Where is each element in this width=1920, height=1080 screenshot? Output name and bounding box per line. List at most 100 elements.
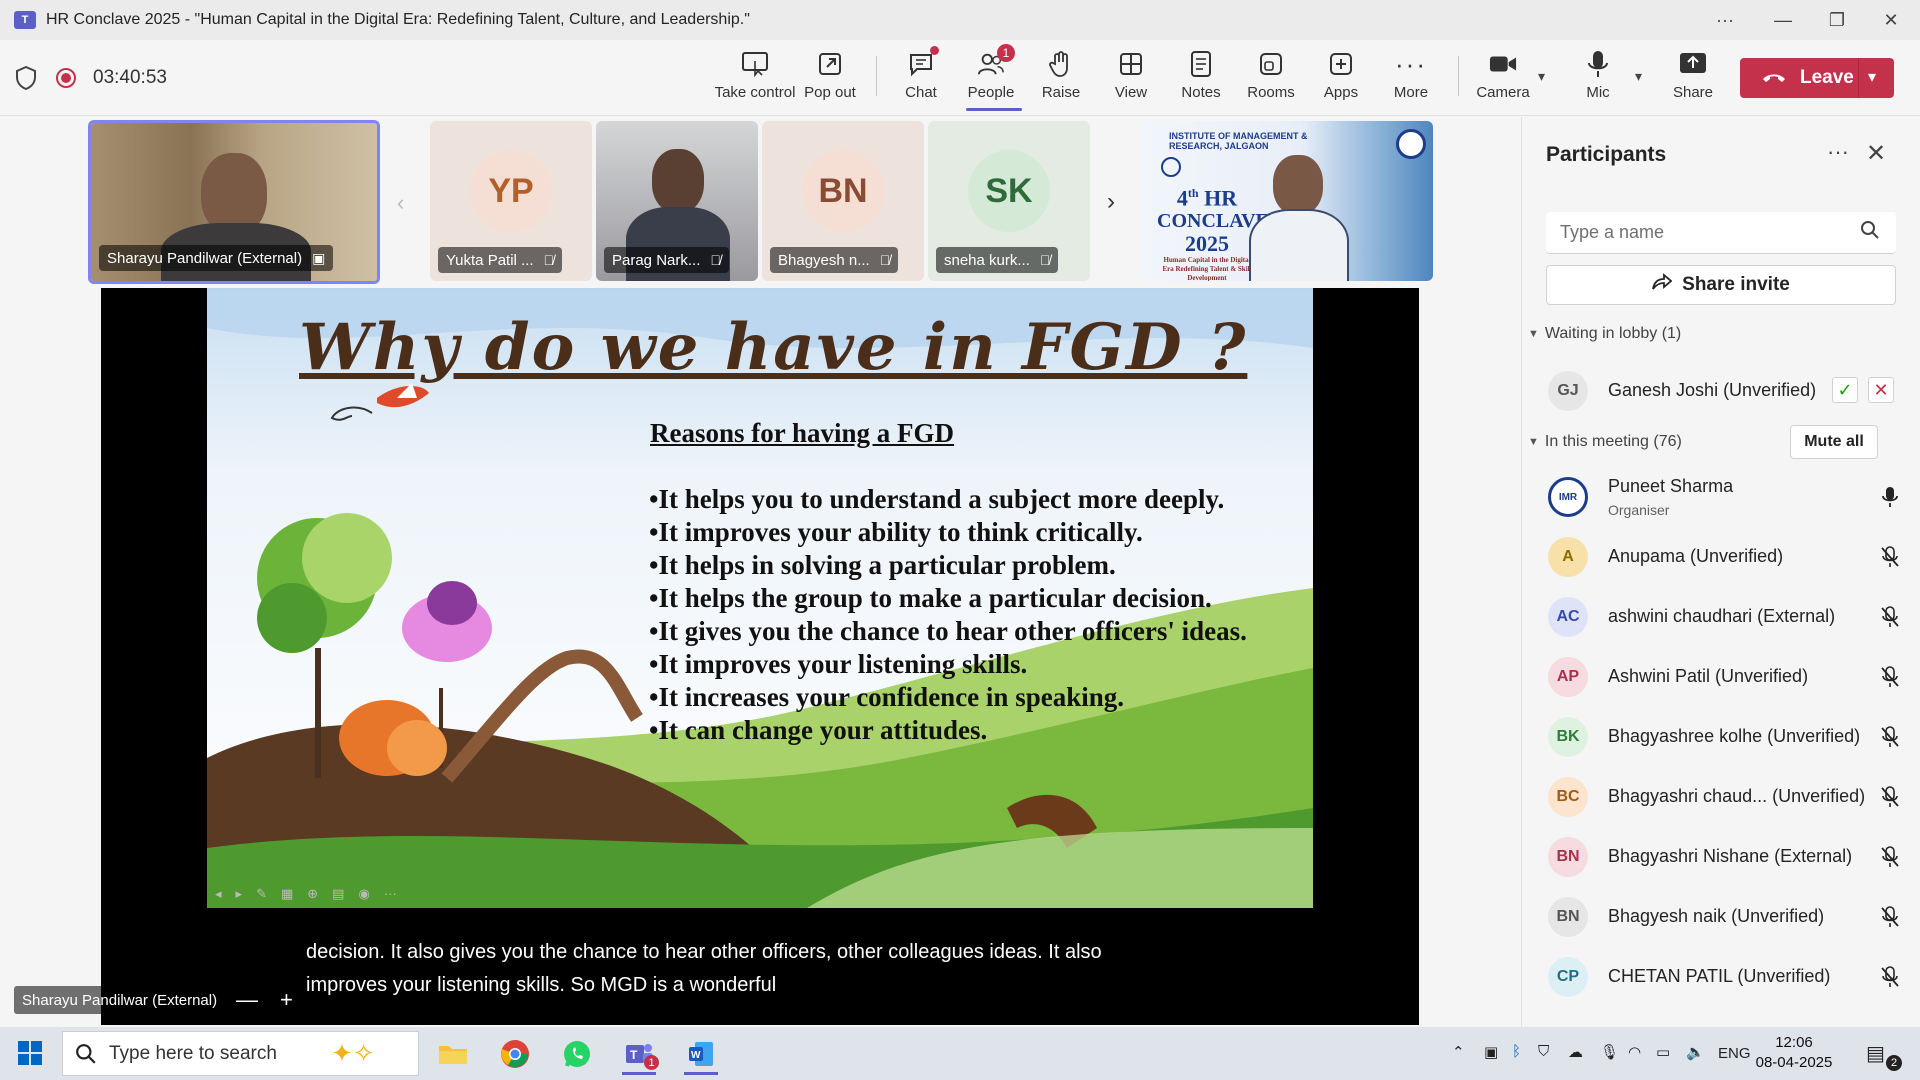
camera-options-chevron-icon[interactable]: ▾	[1538, 68, 1545, 85]
participant-row[interactable]: A Anupama (Unverified)	[1546, 529, 1906, 585]
teams-taskbar-icon[interactable]: T 1	[614, 1033, 664, 1075]
video-tile[interactable]: Parag Nark... 🎙̸	[596, 121, 758, 281]
close-window-button[interactable]: ✕	[1868, 0, 1914, 40]
slide-bullet: •It helps the group to make a particular…	[649, 583, 1212, 613]
lobby-participant-row[interactable]: GJ Ganesh Joshi (Unverified) ✓ ✕	[1546, 363, 1906, 419]
apps-button[interactable]: Apps	[1308, 50, 1374, 106]
conclave-banner-tile[interactable]: INSTITUTE OF MANAGEMENT & RESEARCH, JALG…	[1141, 121, 1433, 281]
mute-all-button[interactable]: Mute all	[1790, 425, 1878, 459]
participant-name: CHETAN PATIL (Unverified)	[1608, 966, 1831, 986]
tray-meet-now-icon[interactable]: ▣	[1484, 1043, 1498, 1061]
restore-button[interactable]: ❐	[1814, 0, 1860, 40]
chat-button[interactable]: Chat	[888, 46, 954, 106]
participants-title: Participants	[1546, 143, 1667, 166]
slide-bullet: •It improves your listening skills.	[649, 649, 1028, 679]
apps-label: Apps	[1323, 84, 1359, 101]
people-icon: 1	[977, 44, 1015, 78]
notes-button[interactable]: Notes	[1168, 50, 1234, 106]
zoom-slide-icon[interactable]: ⊕	[307, 886, 318, 902]
participant-row[interactable]: BC Bhagyashri chaud... (Unverified)	[1546, 769, 1906, 825]
onedrive-cloud-icon[interactable]: ☁	[1568, 1043, 1583, 1061]
slide-more-icon[interactable]: ···	[384, 886, 397, 902]
prev-slide-icon[interactable]: ◂	[215, 886, 222, 902]
window-more-icon[interactable]: ···	[1702, 0, 1748, 40]
shared-by-label: Sharayu Pandilwar (External)	[14, 986, 226, 1014]
video-tile[interactable]: SK sneha kurk... 🎙̸	[928, 121, 1090, 281]
leave-button[interactable]: Leave ▾	[1740, 58, 1894, 98]
people-button[interactable]: 1 People	[958, 44, 1024, 111]
leave-options-chevron-icon[interactable]: ▾	[1868, 67, 1876, 87]
rooms-button[interactable]: Rooms	[1238, 50, 1304, 106]
more-button[interactable]: ··· More	[1378, 49, 1444, 106]
panel-more-icon[interactable]: ···	[1827, 139, 1849, 165]
participant-row[interactable]: BN Bhagyashri Nishane (External)	[1546, 829, 1906, 885]
magnifier-logo-icon	[1396, 129, 1426, 159]
participant-search-input[interactable]	[1546, 212, 1896, 254]
video-tile[interactable]: BN Bhagyesh n... 🎙̸	[762, 121, 924, 281]
lobby-section-header[interactable]: ▼ Waiting in lobby (1)	[1528, 325, 1681, 343]
mic-button[interactable]: Mic	[1565, 50, 1631, 106]
participant-name: Ashwini Patil (Unverified)	[1608, 666, 1809, 686]
view-button[interactable]: View	[1098, 50, 1164, 106]
tray-chevron-icon[interactable]: ⌃	[1452, 1043, 1465, 1061]
meeting-section-label: In this meeting (76)	[1544, 433, 1682, 450]
tray-mic-icon[interactable]: 🎙	[1600, 1043, 1619, 1061]
mic-options-chevron-icon[interactable]: ▾	[1635, 68, 1642, 85]
security-shield-icon[interactable]: ⛉	[1538, 1043, 1549, 1060]
share-invite-button[interactable]: Share invite	[1546, 265, 1896, 305]
svg-text:W: W	[691, 1050, 701, 1061]
zoom-in-button[interactable]: +	[280, 987, 293, 1013]
slide-bullet: •It gives you the chance to hear other o…	[649, 616, 1247, 646]
pen-icon[interactable]: ✎	[256, 886, 267, 902]
admit-check-icon[interactable]: ✓	[1832, 377, 1858, 403]
taskbar-clock[interactable]: 12:06 08-04-2025	[1752, 1033, 1836, 1073]
next-slide-icon[interactable]: ▸	[236, 886, 243, 902]
banner-conclave: CONCLAVE	[1157, 210, 1269, 233]
chrome-taskbar-icon[interactable]	[490, 1033, 540, 1075]
mic-icon	[1584, 50, 1612, 78]
subtitles-icon[interactable]: ▤	[332, 886, 344, 902]
whatsapp-taskbar-icon[interactable]	[552, 1033, 602, 1075]
participant-row[interactable]: BK Bhagyashree kolhe (Unverified)	[1546, 709, 1906, 765]
camera-toggle-icon[interactable]: ◉	[358, 886, 369, 902]
raise-hand-button[interactable]: Raise	[1028, 50, 1094, 106]
raise-label: Raise	[1041, 84, 1081, 101]
taskbar-search-box[interactable]: Type here to search ✦✧	[62, 1031, 419, 1076]
participant-row[interactable]: AP Ashwini Patil (Unverified)	[1546, 649, 1906, 705]
teams-logo-icon: T	[14, 11, 36, 29]
file-explorer-taskbar-icon[interactable]	[428, 1033, 478, 1075]
video-tile-active-speaker[interactable]: Sharayu Pandilwar (External) ▣	[88, 120, 380, 284]
tiles-prev-chevron-icon[interactable]: ‹	[397, 190, 404, 216]
slides-grid-icon[interactable]: ▦	[281, 886, 293, 902]
avatar: A	[1548, 537, 1588, 577]
take-control-button[interactable]: Take control	[715, 50, 795, 106]
panel-close-icon[interactable]: ✕	[1866, 139, 1886, 168]
word-taskbar-icon[interactable]: W	[676, 1033, 726, 1075]
windows-start-icon[interactable]	[18, 1041, 42, 1065]
tiles-next-chevron-icon[interactable]: ›	[1107, 188, 1115, 216]
deny-x-icon[interactable]: ✕	[1868, 377, 1894, 403]
input-language[interactable]: ENG	[1718, 1045, 1751, 1062]
zoom-out-button[interactable]: —	[236, 987, 258, 1013]
shield-icon[interactable]	[16, 65, 36, 96]
participant-row[interactable]: AC ashwini chaudhari (External)	[1546, 589, 1906, 645]
participant-row[interactable]: CP CHETAN PATIL (Unverified)	[1546, 949, 1906, 1005]
participant-row[interactable]: BN Bhagyesh naik (Unverified)	[1546, 889, 1906, 945]
bluetooth-icon[interactable]: ᛒ	[1512, 1043, 1521, 1060]
mic-off-icon: 🎙̸	[710, 252, 721, 268]
camera-button[interactable]: Camera	[1470, 50, 1536, 106]
video-tile[interactable]: YP Yukta Patil ... 🎙̸	[430, 121, 592, 281]
notifications-icon[interactable]: ▤	[1866, 1041, 1885, 1066]
meeting-section-header[interactable]: ▼ In this meeting (76)	[1528, 433, 1682, 451]
share-button[interactable]: Share	[1660, 50, 1726, 106]
active-app-indicator	[622, 1072, 656, 1075]
volume-icon[interactable]: 🔈	[1686, 1043, 1705, 1061]
camera-label: Camera	[1476, 84, 1530, 101]
pop-out-button[interactable]: Pop out	[797, 50, 863, 106]
battery-icon[interactable]: ▭	[1656, 1043, 1670, 1061]
minimize-button[interactable]: —	[1760, 0, 1806, 40]
participant-name: Bhagyashree kolhe (Unverified)	[1608, 726, 1861, 746]
mic-off-icon: 🎙̸	[1039, 252, 1051, 268]
wifi-icon[interactable]: ◠	[1628, 1043, 1641, 1061]
participant-row[interactable]: IMR Puneet Sharma Organiser	[1546, 469, 1906, 525]
